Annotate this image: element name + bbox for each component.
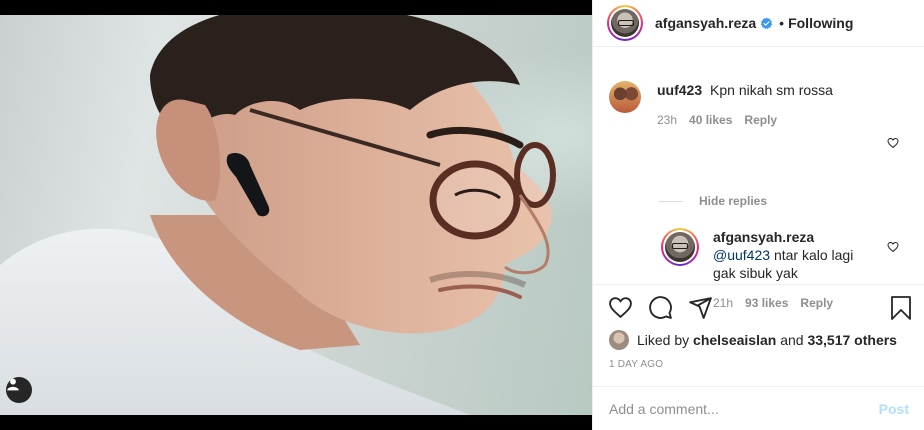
commenter-avatar[interactable] xyxy=(609,81,641,113)
likes-summary: Liked by chelseaislan and 33,517 others xyxy=(593,327,924,353)
comment-button[interactable] xyxy=(647,294,673,320)
share-icon xyxy=(688,296,712,319)
comment-text: Kpn nikah sm rossa xyxy=(710,82,833,98)
post-actions-section: Liked by chelseaislan and 33,517 others … xyxy=(593,284,924,370)
post-timestamp[interactable]: 1 DAY AGO xyxy=(593,359,924,370)
likes-and: and xyxy=(780,332,804,348)
likes-others-link[interactable]: 33,517 others xyxy=(807,332,897,348)
post-photo[interactable] xyxy=(0,15,592,415)
hide-replies-label: Hide replies xyxy=(699,194,768,208)
comment-item: uuf423 Kpn nikah sm rossa 23h 40 likes R… xyxy=(609,81,833,127)
comments-list: uuf423 Kpn nikah sm rossa 23h 40 likes R… xyxy=(593,47,924,310)
comment-reply-button[interactable]: Reply xyxy=(744,113,777,127)
heart-icon xyxy=(608,296,632,318)
following-button[interactable]: Following xyxy=(788,15,853,31)
user-tag-icon[interactable] xyxy=(6,377,32,403)
portrait-illustration xyxy=(0,15,556,415)
action-bar xyxy=(593,285,924,329)
comment-icon xyxy=(648,295,672,319)
save-button[interactable] xyxy=(889,295,913,324)
reply-avatar[interactable] xyxy=(661,228,699,266)
liker-avatar[interactable] xyxy=(609,330,629,350)
heart-icon[interactable] xyxy=(887,137,899,149)
heart-icon[interactable] xyxy=(887,241,899,253)
post-comment-button[interactable]: Post xyxy=(879,401,909,417)
share-button[interactable] xyxy=(687,294,713,320)
author-avatar[interactable] xyxy=(607,5,643,41)
comment-time[interactable]: 23h xyxy=(657,113,677,127)
comment-input[interactable] xyxy=(609,400,879,417)
like-button[interactable] xyxy=(607,294,633,320)
comment-username[interactable]: uuf423 xyxy=(657,82,702,98)
hide-replies-button[interactable]: Hide replies xyxy=(659,194,767,208)
verified-icon xyxy=(760,17,773,29)
post-header: afgansyah.reza • Following xyxy=(593,0,924,47)
comment-likes[interactable]: 40 likes xyxy=(689,113,732,127)
post-side-panel: afgansyah.reza • Following uuf423 Kpn ni… xyxy=(592,0,924,430)
author-username[interactable]: afgansyah.reza xyxy=(655,15,756,31)
reply-mention[interactable]: @uuf423 xyxy=(713,247,770,263)
add-comment-form: Post xyxy=(593,386,924,430)
reply-username[interactable]: afgansyah.reza xyxy=(713,229,814,245)
header-separator: • xyxy=(779,15,785,31)
bookmark-icon xyxy=(891,296,911,320)
likes-prefix: Liked by xyxy=(637,332,690,348)
liker-username[interactable]: chelseaislan xyxy=(693,332,776,348)
post-modal: afgansyah.reza • Following uuf423 Kpn ni… xyxy=(0,0,924,430)
